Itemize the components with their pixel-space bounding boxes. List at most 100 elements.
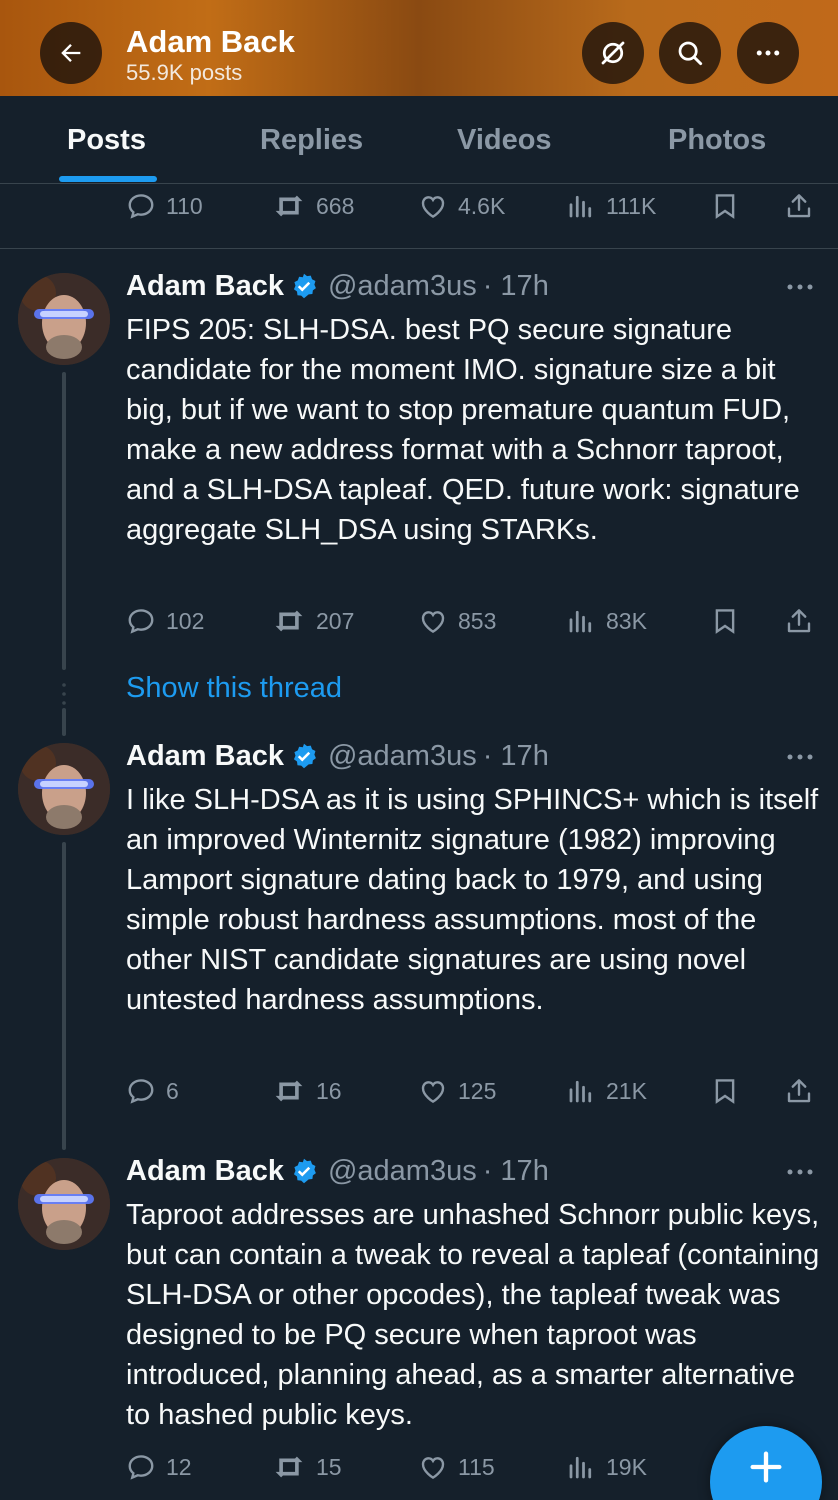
views-icon [569,1080,592,1103]
tab-replies[interactable]: Replies [260,96,363,184]
author-handle[interactable]: @adam3us [328,740,477,773]
like-count: 125 [458,1077,497,1104]
back-button[interactable] [40,22,102,84]
repost-icon [275,610,303,632]
views-icon [569,195,592,218]
views-count: 21K [606,1077,647,1104]
tweet-more-button[interactable] [782,747,818,767]
like-button[interactable]: 125 [418,1071,496,1111]
author-handle[interactable]: @adam3us [328,270,477,303]
like-count: 115 [458,1453,495,1480]
repost-icon [275,1456,303,1478]
repost-button[interactable]: 15 [272,1447,342,1487]
views-count: 19K [606,1453,647,1480]
more-icon [756,50,780,56]
more-icon [787,1169,813,1175]
tweet-text: FIPS 205: SLH-DSA. best PQ secure signat… [126,314,800,546]
reply-icon [128,609,154,634]
tweet-actions: 110 668 4.6K 111K [126,186,826,226]
reply-button[interactable]: 110 [126,186,203,226]
grok-icon [601,41,625,65]
profile-name: Adam Back [126,24,295,59]
posts-count: 55.9K posts [126,60,243,85]
avatar[interactable] [18,273,110,365]
reply-icon [128,194,154,219]
thread-line [62,842,66,1150]
tweet-actions: 6 16 125 21K [126,1071,826,1111]
show-thread-link[interactable]: Show this thread [126,672,342,705]
verified-badge-icon [293,273,316,299]
like-icon [421,1457,445,1480]
author-name[interactable]: Adam Back [126,270,284,303]
active-tab-indicator [59,176,157,182]
more-button[interactable] [737,22,799,84]
bookmark-button[interactable] [710,601,740,641]
thread-dots [62,683,66,705]
repost-icon [275,195,303,217]
views-count: 83K [606,607,647,634]
tweet-header: Adam Back @adam3us · 17h [126,1151,549,1191]
back-arrow-icon [61,44,81,62]
divider [0,248,838,249]
repost-count: 15 [316,1453,342,1480]
share-icon [787,1079,811,1103]
reply-button[interactable]: 6 [126,1071,179,1111]
reply-count: 102 [166,607,205,634]
reply-icon [128,1079,154,1104]
share-button[interactable] [784,601,814,641]
bookmark-button[interactable] [710,1071,740,1111]
reply-icon [128,1455,154,1480]
like-button[interactable]: 853 [418,601,496,641]
reply-count: 12 [166,1453,192,1480]
author-handle[interactable]: @adam3us [328,1155,477,1188]
views-button[interactable]: 111K [566,186,656,226]
share-button[interactable] [784,186,814,226]
tab-videos[interactable]: Videos [457,96,552,184]
search-button[interactable] [659,22,721,84]
repost-button[interactable]: 668 [272,186,354,226]
verified-badge-icon [293,743,316,769]
more-icon [787,284,813,290]
like-count: 4.6K [458,192,506,219]
views-button[interactable]: 19K [566,1447,647,1487]
share-button[interactable] [784,1071,814,1111]
repost-count: 668 [316,192,355,219]
tab-photos[interactable]: Photos [668,96,766,184]
tab-posts[interactable]: Posts [67,96,146,184]
profile-tabs: Posts Replies Videos Photos [0,96,838,184]
author-name[interactable]: Adam Back [126,1155,284,1188]
repost-button[interactable]: 16 [272,1071,342,1111]
views-icon [569,1456,592,1479]
compose-plus-icon [750,1451,782,1483]
tweet-more-button[interactable] [782,1162,818,1182]
author-name[interactable]: Adam Back [126,740,284,773]
tweet-time: · 17h [482,1154,549,1187]
grok-button[interactable] [582,22,644,84]
tweet-time: · 17h [482,739,549,772]
share-icon [787,194,811,218]
views-count: 111K [606,192,657,219]
avatar[interactable] [18,1158,110,1250]
reply-button[interactable]: 12 [126,1447,192,1487]
tweet-header: Adam Back @adam3us · 17h [126,736,549,776]
reply-count: 110 [166,192,203,219]
repost-button[interactable]: 207 [272,601,354,641]
like-button[interactable]: 115 [418,1447,495,1487]
like-icon [421,196,445,219]
tweet-header: Adam Back @adam3us · 17h [126,266,549,306]
views-button[interactable]: 21K [566,1071,647,1111]
views-button[interactable]: 83K [566,601,647,641]
views-icon [569,610,592,633]
like-button[interactable]: 4.6K [418,186,505,226]
tweet-text: I like SLH-DSA as it is using SPHINCS+ w… [126,784,819,1016]
avatar[interactable] [18,743,110,835]
bookmark-button[interactable] [710,186,740,226]
search-icon [678,41,703,66]
tweet-more-button[interactable] [782,277,818,297]
profile-header: Adam Back 55.9K posts [0,0,838,96]
bookmark-icon [715,194,735,219]
compose-button[interactable] [710,1426,822,1500]
more-icon [787,754,813,760]
tweet-time: · 17h [482,269,549,302]
reply-button[interactable]: 102 [126,601,204,641]
